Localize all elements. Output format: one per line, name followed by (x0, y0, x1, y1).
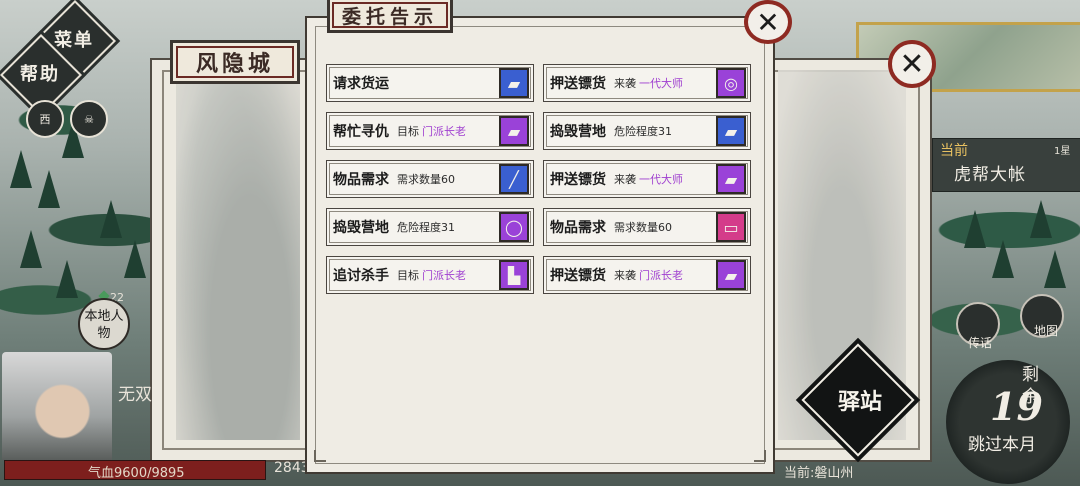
panel-corner (314, 450, 326, 462)
quest-detail: 目标 (397, 269, 419, 282)
panel-corner (754, 450, 766, 462)
close-icon: ✕ (899, 46, 925, 82)
boot-icon[interactable]: ▙ (499, 260, 529, 290)
quest-card[interactable]: 捣毁营地 危险程度31 ◯ (326, 208, 534, 246)
quest-detail: 危险程度31 (397, 221, 455, 234)
quest-card[interactable]: 押送镖货 来袭 一代大师 ▰ (543, 160, 751, 198)
quest-card[interactable]: 追讨杀手 目标 门派长老 ▙ (326, 256, 534, 294)
ink-painting-left (176, 80, 300, 440)
quest-card[interactable]: 请求货运 ▰ (326, 64, 534, 102)
quest-target: 一代大师 (639, 173, 683, 186)
quest-target: 门派长老 (422, 269, 466, 282)
quest-detail: 目标 (397, 125, 419, 138)
quest-target: 门派长老 (639, 269, 683, 282)
spear-icon[interactable]: ╱ (499, 164, 529, 194)
quest-name: 帮忙寻仇 (333, 124, 389, 140)
quest-card[interactable]: 帮忙寻仇 目标 门派长老 ▰ (326, 112, 534, 150)
quest-detail: 需求数量60 (397, 173, 455, 186)
skill-circle-icon[interactable]: 西 (26, 100, 64, 138)
quest-detail: 来袭 (614, 269, 636, 282)
menu-label: 菜单 (54, 30, 94, 51)
map-label: 地图 (1034, 324, 1059, 338)
quest-name: 追讨杀手 (333, 268, 389, 284)
current-location-text: 当前:磐山州 (784, 466, 854, 481)
hp-text: 气血9600/9895 (88, 466, 185, 481)
quest-target: 门派长老 (422, 125, 466, 138)
package-icon[interactable]: ▰ (716, 164, 746, 194)
quest-name: 捣毁营地 (333, 220, 389, 236)
quest-card[interactable]: 物品需求 需求数量60 ╱ (326, 160, 534, 198)
quest-name: 押送镖货 (550, 268, 606, 284)
remain-days: 19 (990, 384, 1043, 429)
city-close-button[interactable]: ✕ (888, 40, 936, 88)
quest-name: 物品需求 (333, 172, 389, 188)
quest-detail: 需求数量60 (614, 221, 672, 234)
commission-close-button[interactable]: ✕ (744, 0, 792, 44)
package-icon[interactable]: ▰ (499, 68, 529, 98)
location-name: 虎帮大帐 (954, 165, 1026, 185)
quest-card[interactable]: 捣毁营地 危险程度31 ▰ (543, 112, 751, 150)
package-icon[interactable]: ▰ (716, 116, 746, 146)
quest-name: 押送镖货 (550, 76, 606, 92)
bracelet-icon[interactable]: ◎ (716, 68, 746, 98)
quest-detail: 危险程度31 (614, 125, 672, 138)
quest-name: 捣毁营地 (550, 124, 606, 140)
player-portrait[interactable] (2, 352, 112, 460)
local-npc-button[interactable]: 本地人物 (78, 298, 130, 350)
quest-card[interactable]: 押送镖货 来袭 一代大师 ◎ (543, 64, 751, 102)
legend-label: 传话 (968, 336, 993, 350)
city-title: 风隐城 (170, 40, 300, 84)
quest-name: 押送镖货 (550, 172, 606, 188)
quest-name: 物品需求 (550, 220, 606, 236)
package-icon[interactable]: ▰ (716, 260, 746, 290)
quest-card[interactable]: 物品需求 需求数量60 ▭ (543, 208, 751, 246)
quest-detail: 来袭 (614, 77, 636, 90)
package-icon[interactable]: ▰ (499, 116, 529, 146)
skull-icon[interactable]: ☠ (70, 100, 108, 138)
station-label: 驿站 (838, 389, 883, 415)
wushuang-label: 无双 (118, 385, 152, 405)
skip-month-button[interactable]: 跳过本月 (968, 430, 1036, 455)
gift-box-icon[interactable]: ▭ (716, 212, 746, 242)
location-stars: 1星 (1054, 146, 1071, 157)
commission-title: 委托告示 (327, 0, 453, 33)
quest-target: 一代大师 (639, 77, 683, 90)
quest-detail: 来袭 (614, 173, 636, 186)
help-label: 帮助 (20, 64, 60, 85)
quest-name: 请求货运 (333, 76, 389, 92)
quest-card[interactable]: 押送镖货 来袭 门派长老 ▰ (543, 256, 751, 294)
location-label: 当前 (940, 143, 968, 159)
close-icon: ✕ (756, 5, 780, 39)
ring-icon[interactable]: ◯ (499, 212, 529, 242)
